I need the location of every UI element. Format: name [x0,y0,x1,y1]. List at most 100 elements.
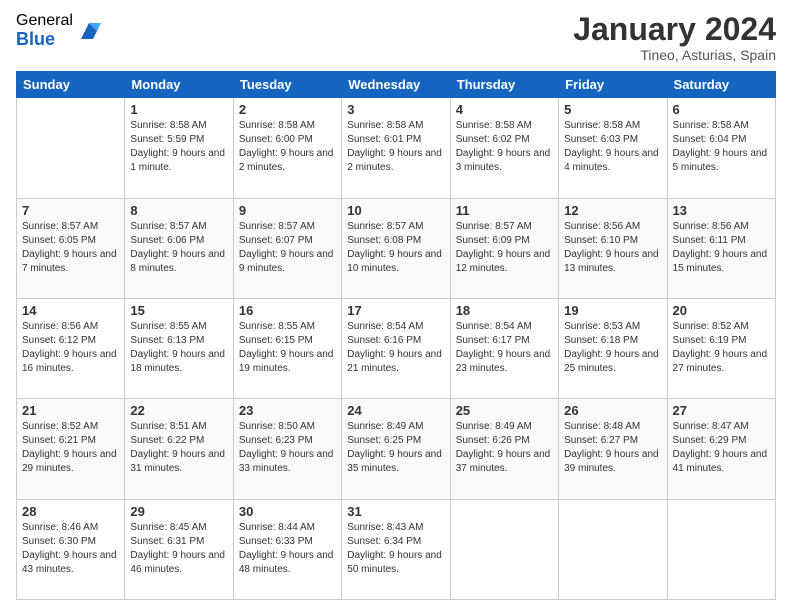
sunrise: Sunrise: 8:57 AM [456,220,553,234]
daylight: Daylight: 9 hours and 3 minutes. [456,147,553,175]
sunrise: Sunrise: 8:54 AM [347,320,444,334]
day-info: Sunrise: 8:52 AM Sunset: 6:19 PM Dayligh… [673,320,770,376]
calendar-cell: 23 Sunrise: 8:50 AM Sunset: 6:23 PM Dayl… [233,399,341,499]
sunset: Sunset: 6:15 PM [239,334,336,348]
sunset: Sunset: 6:31 PM [130,535,227,549]
month-title: January 2024 [573,12,776,47]
calendar-cell: 29 Sunrise: 8:45 AM Sunset: 6:31 PM Dayl… [125,499,233,599]
sunrise: Sunrise: 8:49 AM [347,420,444,434]
daylight: Daylight: 9 hours and 35 minutes. [347,448,444,476]
day-number: 10 [347,203,444,218]
sunset: Sunset: 6:01 PM [347,133,444,147]
daylight: Daylight: 9 hours and 50 minutes. [347,549,444,577]
sunrise: Sunrise: 8:47 AM [673,420,770,434]
calendar-cell: 21 Sunrise: 8:52 AM Sunset: 6:21 PM Dayl… [17,399,125,499]
col-sunday: Sunday [17,72,125,98]
day-number: 7 [22,203,119,218]
sunrise: Sunrise: 8:58 AM [673,119,770,133]
daylight: Daylight: 9 hours and 21 minutes. [347,348,444,376]
day-info: Sunrise: 8:56 AM Sunset: 6:12 PM Dayligh… [22,320,119,376]
sunset: Sunset: 6:18 PM [564,334,661,348]
day-info: Sunrise: 8:56 AM Sunset: 6:11 PM Dayligh… [673,220,770,276]
daylight: Daylight: 9 hours and 43 minutes. [22,549,119,577]
sunset: Sunset: 6:34 PM [347,535,444,549]
sunset: Sunset: 6:12 PM [22,334,119,348]
daylight: Daylight: 9 hours and 23 minutes. [456,348,553,376]
daylight: Daylight: 9 hours and 4 minutes. [564,147,661,175]
sunrise: Sunrise: 8:57 AM [347,220,444,234]
sunset: Sunset: 6:27 PM [564,434,661,448]
sunset: Sunset: 6:25 PM [347,434,444,448]
calendar-cell: 24 Sunrise: 8:49 AM Sunset: 6:25 PM Dayl… [342,399,450,499]
calendar-cell: 5 Sunrise: 8:58 AM Sunset: 6:03 PM Dayli… [559,98,667,198]
sunset: Sunset: 6:04 PM [673,133,770,147]
day-number: 12 [564,203,661,218]
day-info: Sunrise: 8:52 AM Sunset: 6:21 PM Dayligh… [22,420,119,476]
day-number: 2 [239,102,336,117]
col-monday: Monday [125,72,233,98]
day-info: Sunrise: 8:51 AM Sunset: 6:22 PM Dayligh… [130,420,227,476]
sunset: Sunset: 6:26 PM [456,434,553,448]
day-info: Sunrise: 8:58 AM Sunset: 6:02 PM Dayligh… [456,119,553,175]
header-row: Sunday Monday Tuesday Wednesday Thursday… [17,72,776,98]
day-info: Sunrise: 8:57 AM Sunset: 6:07 PM Dayligh… [239,220,336,276]
day-number: 16 [239,303,336,318]
day-number: 24 [347,403,444,418]
calendar-body: 1 Sunrise: 8:58 AM Sunset: 5:59 PM Dayli… [17,98,776,600]
day-info: Sunrise: 8:55 AM Sunset: 6:15 PM Dayligh… [239,320,336,376]
daylight: Daylight: 9 hours and 5 minutes. [673,147,770,175]
day-number: 8 [130,203,227,218]
day-number: 13 [673,203,770,218]
header: General Blue January 2024 Tineo, Asturia… [16,12,776,63]
day-number: 15 [130,303,227,318]
daylight: Daylight: 9 hours and 2 minutes. [347,147,444,175]
day-info: Sunrise: 8:58 AM Sunset: 5:59 PM Dayligh… [130,119,227,175]
day-number: 17 [347,303,444,318]
calendar-cell: 3 Sunrise: 8:58 AM Sunset: 6:01 PM Dayli… [342,98,450,198]
daylight: Daylight: 9 hours and 29 minutes. [22,448,119,476]
sunset: Sunset: 6:17 PM [456,334,553,348]
calendar-cell: 11 Sunrise: 8:57 AM Sunset: 6:09 PM Dayl… [450,198,558,298]
sunset: Sunset: 6:30 PM [22,535,119,549]
calendar-header: Sunday Monday Tuesday Wednesday Thursday… [17,72,776,98]
sunset: Sunset: 6:21 PM [22,434,119,448]
day-info: Sunrise: 8:50 AM Sunset: 6:23 PM Dayligh… [239,420,336,476]
calendar-cell: 31 Sunrise: 8:43 AM Sunset: 6:34 PM Dayl… [342,499,450,599]
calendar-cell [450,499,558,599]
day-number: 19 [564,303,661,318]
day-info: Sunrise: 8:47 AM Sunset: 6:29 PM Dayligh… [673,420,770,476]
sunset: Sunset: 6:29 PM [673,434,770,448]
logo: General Blue [16,12,101,49]
day-number: 6 [673,102,770,117]
day-info: Sunrise: 8:45 AM Sunset: 6:31 PM Dayligh… [130,521,227,577]
day-info: Sunrise: 8:57 AM Sunset: 6:09 PM Dayligh… [456,220,553,276]
daylight: Daylight: 9 hours and 15 minutes. [673,248,770,276]
day-info: Sunrise: 8:57 AM Sunset: 6:05 PM Dayligh… [22,220,119,276]
sunrise: Sunrise: 8:54 AM [456,320,553,334]
daylight: Daylight: 9 hours and 39 minutes. [564,448,661,476]
sunset: Sunset: 6:33 PM [239,535,336,549]
day-info: Sunrise: 8:43 AM Sunset: 6:34 PM Dayligh… [347,521,444,577]
sunrise: Sunrise: 8:51 AM [130,420,227,434]
day-number: 18 [456,303,553,318]
daylight: Daylight: 9 hours and 13 minutes. [564,248,661,276]
calendar-cell [559,499,667,599]
col-wednesday: Wednesday [342,72,450,98]
col-tuesday: Tuesday [233,72,341,98]
sunrise: Sunrise: 8:58 AM [130,119,227,133]
logo-general: General [16,12,73,30]
sunrise: Sunrise: 8:58 AM [456,119,553,133]
day-info: Sunrise: 8:48 AM Sunset: 6:27 PM Dayligh… [564,420,661,476]
calendar-cell: 25 Sunrise: 8:49 AM Sunset: 6:26 PM Dayl… [450,399,558,499]
calendar-cell: 13 Sunrise: 8:56 AM Sunset: 6:11 PM Dayl… [667,198,775,298]
sunrise: Sunrise: 8:58 AM [239,119,336,133]
calendar-cell: 7 Sunrise: 8:57 AM Sunset: 6:05 PM Dayli… [17,198,125,298]
logo-blue: Blue [16,30,73,50]
calendar-cell: 20 Sunrise: 8:52 AM Sunset: 6:19 PM Dayl… [667,298,775,398]
daylight: Daylight: 9 hours and 31 minutes. [130,448,227,476]
daylight: Daylight: 9 hours and 18 minutes. [130,348,227,376]
sunrise: Sunrise: 8:56 AM [22,320,119,334]
calendar-cell: 17 Sunrise: 8:54 AM Sunset: 6:16 PM Dayl… [342,298,450,398]
col-thursday: Thursday [450,72,558,98]
day-info: Sunrise: 8:54 AM Sunset: 6:16 PM Dayligh… [347,320,444,376]
